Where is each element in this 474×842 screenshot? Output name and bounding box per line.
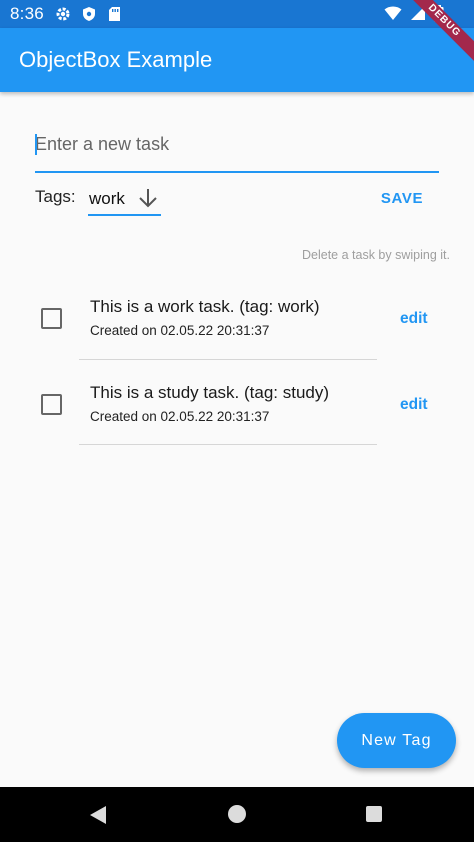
tag-selected-value: work [89, 188, 125, 208]
status-bar: 8:36 [0, 0, 474, 28]
task-checkbox[interactable] [41, 308, 62, 329]
new-tag-button[interactable]: New Tag [337, 713, 456, 768]
tag-dropdown[interactable]: work [88, 183, 161, 216]
app-title: ObjectBox Example [19, 47, 213, 72]
divider [79, 359, 377, 360]
divider [79, 444, 377, 445]
task-checkbox[interactable] [41, 394, 62, 415]
task-input[interactable] [35, 126, 439, 162]
recent-apps-icon[interactable] [366, 806, 382, 822]
app-bar: ObjectBox Example [0, 28, 474, 92]
swipe-hint: Delete a task by swiping it. [302, 248, 450, 262]
back-icon[interactable] [89, 805, 107, 830]
task-row[interactable]: This is a work task. (tag: work) Created… [0, 289, 474, 375]
task-row[interactable]: This is a study task. (tag: study) Creat… [0, 375, 474, 461]
task-created-date: Created on 02.05.22 20:31:37 [90, 409, 270, 424]
gear-icon [54, 5, 72, 23]
wifi-icon [384, 5, 402, 27]
tags-label: Tags: [35, 187, 76, 206]
shield-icon [80, 5, 98, 23]
edit-button[interactable]: edit [400, 310, 428, 328]
task-title: This is a study task. (tag: study) [90, 383, 330, 402]
sd-card-icon [106, 5, 124, 23]
status-time: 8:36 [10, 4, 44, 23]
save-button[interactable]: SAVE [372, 185, 432, 213]
task-title: This is a work task. (tag: work) [90, 297, 320, 316]
task-input-container [35, 126, 439, 173]
arrow-down-icon [137, 187, 159, 214]
text-cursor [35, 134, 37, 155]
navigation-bar [0, 787, 474, 842]
edit-button[interactable]: edit [400, 396, 428, 414]
home-icon[interactable] [228, 805, 246, 823]
task-created-date: Created on 02.05.22 20:31:37 [90, 323, 270, 338]
